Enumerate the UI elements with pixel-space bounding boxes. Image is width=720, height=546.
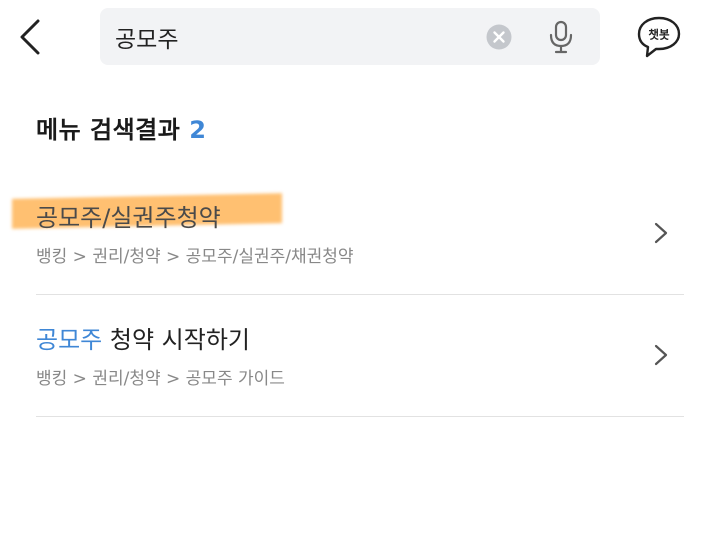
search-results-page: 공모주 챗봇 메뉴 검색결과 2 공모주/실권주청약 뱅킹 > 권리/청약 > … [0,0,720,546]
result-title-rest: /실권주청약 [102,204,221,232]
clear-search-button[interactable] [486,24,512,50]
search-input[interactable]: 공모주 [100,8,600,65]
search-query-text[interactable]: 공모주 [115,8,178,65]
results-heading-label: 메뉴 검색결과 [36,116,181,144]
search-result-item[interactable]: 공모주 청약 시작하기 뱅킹 > 권리/청약 > 공모주 가이드 [36,294,684,417]
back-button[interactable] [12,14,48,60]
result-title-match: 공모주 [36,326,103,354]
result-title-match: 공모주 [36,204,103,232]
result-path: 뱅킹 > 권리/청약 > 공모주 가이드 [36,369,285,389]
chevron-right-icon [654,222,668,244]
voice-search-button[interactable] [548,20,574,54]
result-title: 공모주/실권주청약 [36,198,221,233]
chatbot-label: 챗봇 [648,28,670,42]
clear-circle-icon [486,24,512,50]
chatbot-button[interactable]: 챗봇 [634,14,684,60]
result-title: 공모주 청약 시작하기 [36,320,250,355]
result-title-rest: 청약 시작하기 [102,326,250,354]
microphone-icon [549,20,573,54]
chevron-left-icon [20,19,40,55]
chevron-right-icon [654,344,668,366]
results-heading: 메뉴 검색결과 2 [36,110,206,145]
chat-bubble-icon: 챗봇 [637,16,681,58]
search-result-item[interactable]: 공모주/실권주청약 뱅킹 > 권리/청약 > 공모주/실권주/채권청약 [12,172,684,295]
result-path: 뱅킹 > 권리/청약 > 공모주/실권주/채권청약 [36,247,354,267]
results-count: 2 [189,116,207,144]
